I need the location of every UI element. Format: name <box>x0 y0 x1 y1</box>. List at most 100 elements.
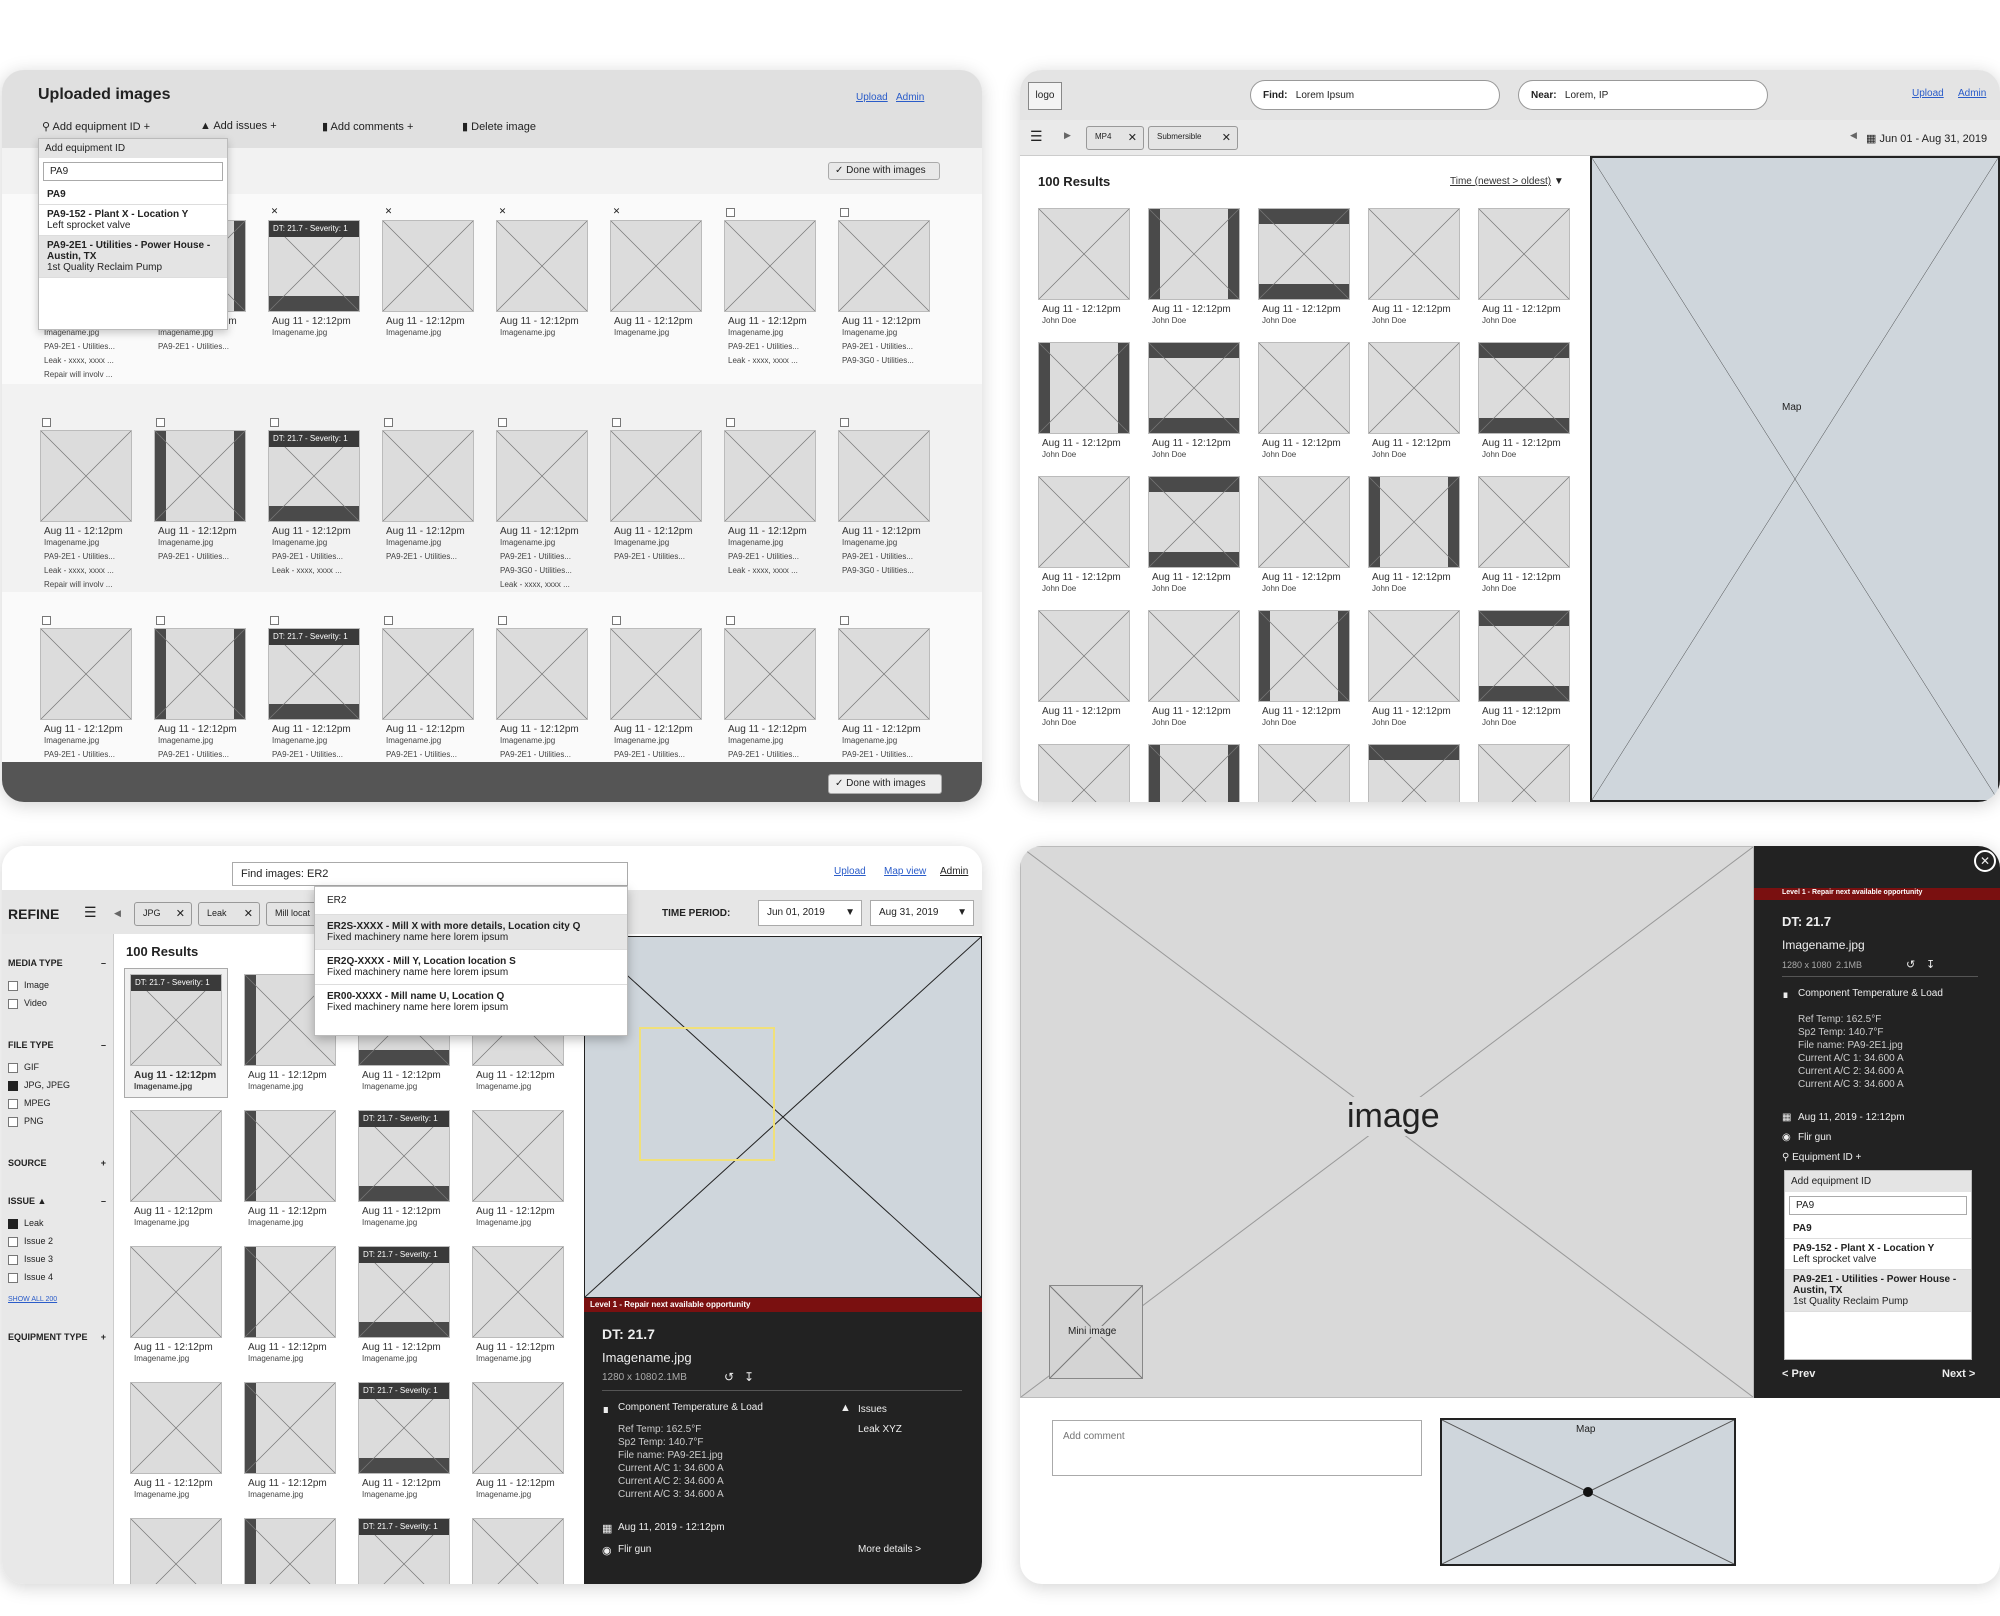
share-icon[interactable]: ↺ <box>1906 958 1915 971</box>
filter-chip-leak[interactable]: Leak ✕ <box>198 902 260 926</box>
expand-arrow-icon[interactable]: ▶ <box>1064 130 1071 141</box>
checkbox-checked[interactable] <box>8 1218 18 1229</box>
select-checkbox[interactable] <box>270 418 279 427</box>
image-thumbnail[interactable] <box>472 1518 564 1584</box>
map-view-link[interactable]: Map view <box>884 866 926 877</box>
image-thumbnail[interactable] <box>1148 476 1240 568</box>
image-thumbnail[interactable] <box>472 1382 564 1474</box>
image-thumbnail[interactable] <box>40 628 132 720</box>
search-suggestions-dropdown[interactable]: ER2 ER2S-XXXX - Mill X with more details… <box>314 886 628 1036</box>
checkbox[interactable] <box>8 1236 18 1247</box>
checkbox[interactable] <box>8 1116 18 1127</box>
delete-image-button[interactable]: ▮ Delete image <box>462 120 536 133</box>
search-suggestion[interactable]: ER2S-XXXX - Mill X with more details, Lo… <box>315 915 627 950</box>
image-thumbnail[interactable] <box>472 1110 564 1202</box>
download-icon[interactable]: ↧ <box>1926 958 1935 971</box>
image-thumbnail[interactable]: DT: 21.7 - Severity: 1 <box>358 1518 450 1584</box>
checkbox-checked[interactable] <box>8 1080 18 1091</box>
filter-option-mpeg[interactable]: MPEG <box>2 1098 114 1109</box>
image-thumbnail[interactable] <box>244 1110 336 1202</box>
image-thumbnail[interactable]: DT: 21.7 - Severity: 1 <box>268 220 360 312</box>
admin-link[interactable]: Admin <box>1958 88 1986 99</box>
more-details-link[interactable]: More details > <box>858 1544 921 1555</box>
image-thumbnail[interactable] <box>1258 744 1350 802</box>
image-thumbnail[interactable] <box>1038 208 1130 300</box>
upload-link[interactable]: Upload <box>856 92 888 103</box>
image-thumbnail[interactable] <box>1478 342 1570 434</box>
image-thumbnail[interactable] <box>496 220 588 312</box>
image-thumbnail[interactable]: DT: 21.7 - Severity: 1 <box>358 1246 450 1338</box>
image-thumbnail[interactable] <box>130 1246 222 1338</box>
mini-map[interactable]: Map <box>1440 1418 1736 1566</box>
image-thumbnail[interactable] <box>154 628 246 720</box>
sort-select[interactable]: Time (newest > oldest) ▼ <box>1450 176 1564 187</box>
image-thumbnail[interactable] <box>1038 342 1130 434</box>
find-images-input[interactable]: Find images: ER2 <box>232 862 628 886</box>
image-thumbnail[interactable]: DT: 21.7 - Severity: 1 <box>358 1382 450 1474</box>
equipment-search-input[interactable]: PA9 <box>43 162 223 181</box>
image-thumbnail[interactable] <box>838 628 930 720</box>
admin-link[interactable]: Admin <box>940 866 968 877</box>
image-thumbnail[interactable] <box>40 430 132 522</box>
filter-option-leak[interactable]: Leak <box>2 1218 114 1229</box>
equipment-dropdown[interactable]: Add equipment ID PA9 PA9 PA9-152 - Plant… <box>1784 1170 1972 1360</box>
image-thumbnail[interactable] <box>1368 610 1460 702</box>
dropdown-option[interactable]: PA9-152 - Plant X - Location Y Left sproc… <box>1785 1239 1971 1270</box>
image-thumbnail[interactable] <box>1258 476 1350 568</box>
filter-option-png[interactable]: PNG <box>2 1116 114 1127</box>
image-thumbnail[interactable] <box>244 1246 336 1338</box>
image-thumbnail[interactable] <box>382 220 474 312</box>
admin-link[interactable]: Admin <box>896 92 924 103</box>
filter-option-gif[interactable]: GIF <box>2 1062 114 1073</box>
image-thumbnail[interactable] <box>1368 476 1460 568</box>
checkbox[interactable] <box>8 1098 18 1109</box>
image-thumbnail[interactable] <box>1368 744 1460 802</box>
checkbox[interactable] <box>8 998 18 1009</box>
date-range-button[interactable]: ▦ Jun 01 - Aug 31, 2019 <box>1866 132 1987 145</box>
image-thumbnail[interactable] <box>1478 610 1570 702</box>
image-thumbnail[interactable] <box>724 430 816 522</box>
select-checkbox[interactable] <box>42 616 51 625</box>
checkbox[interactable] <box>8 1062 18 1073</box>
select-checkbox[interactable] <box>42 418 51 427</box>
add-equipment-button[interactable]: ⚲ Add equipment ID + <box>42 120 150 133</box>
search-suggestion[interactable]: ER2Q-XXXX - Mill Y, Location location SF… <box>315 950 627 985</box>
image-thumbnail[interactable] <box>1258 208 1350 300</box>
image-thumbnail[interactable] <box>1368 208 1460 300</box>
collapse-arrow-icon[interactable]: ◀ <box>114 908 121 919</box>
add-issues-button[interactable]: ▲ Add issues + <box>200 120 277 132</box>
image-thumbnail[interactable] <box>382 430 474 522</box>
filter-sliders-icon[interactable]: ☰ <box>84 904 97 921</box>
add-equipment-id-button[interactable]: ⚲ Equipment ID + <box>1782 1152 1861 1163</box>
image-thumbnail[interactable] <box>1258 342 1350 434</box>
filter-option-image[interactable]: Image <box>2 980 114 991</box>
done-with-images-button[interactable]: ✓ Done with images <box>828 162 940 180</box>
main-image[interactable]: image Mini image <box>1020 846 1754 1398</box>
filter-chip-submersible[interactable]: Submersible ✕ <box>1148 126 1238 150</box>
dropdown-option[interactable]: PA9 <box>39 185 227 205</box>
select-checkbox[interactable] <box>726 418 735 427</box>
image-thumbnail[interactable] <box>472 1246 564 1338</box>
image-thumbnail[interactable] <box>1038 476 1130 568</box>
image-thumbnail[interactable] <box>610 430 702 522</box>
upload-link[interactable]: Upload <box>834 866 866 877</box>
dropdown-option[interactable]: PA9-152 - Plant X - Location Y Left sproc… <box>39 205 227 236</box>
find-input[interactable]: Find: Lorem Ipsum <box>1250 80 1500 110</box>
checkbox[interactable] <box>8 1254 18 1265</box>
checkbox[interactable] <box>8 980 18 991</box>
collapse-arrow-icon[interactable]: ◀ <box>1850 130 1857 141</box>
image-thumbnail[interactable] <box>1148 342 1240 434</box>
map-pin-icon[interactable] <box>1583 1487 1593 1497</box>
download-icon[interactable]: ↧ <box>744 1370 754 1384</box>
image-thumbnail[interactable] <box>610 628 702 720</box>
close-icon[interactable]: ✕ <box>176 907 185 920</box>
image-thumbnail[interactable]: DT: 21.7 - Severity: 1 <box>130 974 222 1066</box>
image-thumbnail[interactable] <box>130 1518 222 1584</box>
filter-option-jpg[interactable]: JPG, JPEG <box>2 1080 114 1091</box>
issue-header[interactable]: ISSUE ▲ – <box>2 1196 114 1206</box>
image-thumbnail[interactable] <box>244 1382 336 1474</box>
image-thumbnail[interactable] <box>838 220 930 312</box>
comment-input[interactable] <box>1052 1420 1422 1476</box>
selected-checkbox[interactable]: ✕ <box>384 207 393 217</box>
select-checkbox[interactable] <box>270 616 279 625</box>
